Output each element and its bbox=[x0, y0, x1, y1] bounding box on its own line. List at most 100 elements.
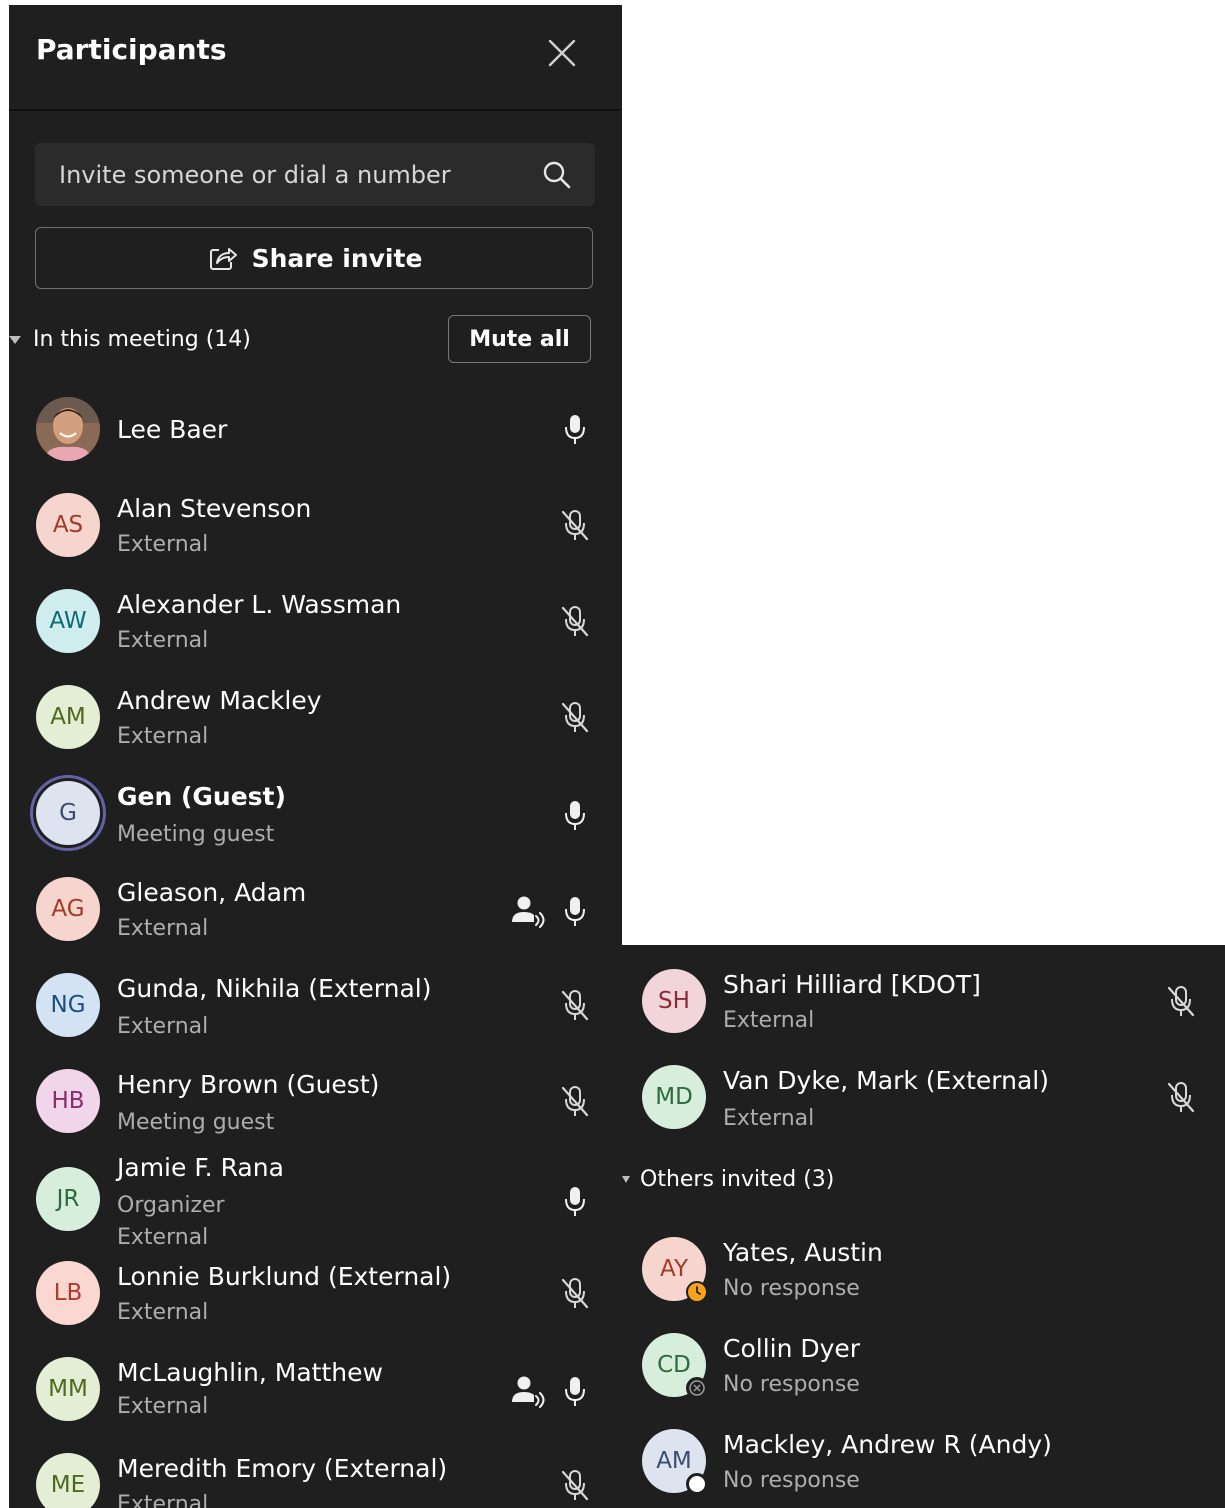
participant-row[interactable]: AM Andrew Mackley External bbox=[9, 669, 622, 765]
participant-role: External bbox=[117, 1014, 209, 1039]
microphone-icon bbox=[565, 897, 585, 926]
participant-row[interactable]: LB Lonnie Burklund (External) External bbox=[9, 1245, 622, 1341]
others-invited-label: Others invited (3) bbox=[640, 1167, 835, 1192]
microphone-icon bbox=[565, 1377, 585, 1406]
participant-name: Mackley, Andrew R (Andy) bbox=[723, 1430, 1052, 1459]
participant-role: External bbox=[117, 916, 209, 941]
microphone-icon bbox=[565, 1187, 585, 1216]
mute-all-button[interactable]: Mute all bbox=[448, 315, 591, 363]
avatar: LB bbox=[36, 1261, 100, 1325]
participant-name: Collin Dyer bbox=[723, 1334, 861, 1363]
invited-row[interactable]: CD Collin Dyer No response bbox=[622, 1317, 1225, 1413]
participant-row[interactable]: MD Van Dyke, Mark (External) External bbox=[622, 1049, 1225, 1145]
participant-role: External bbox=[117, 628, 209, 653]
avatar: ME bbox=[36, 1453, 100, 1508]
mic-status[interactable] bbox=[559, 700, 591, 734]
avatar-speaking: G bbox=[36, 781, 100, 845]
participant-row[interactable]: SH Shari Hilliard [KDOT] External bbox=[622, 953, 1225, 1049]
avatar: MD bbox=[642, 1065, 706, 1129]
invited-row[interactable]: AM Mackley, Andrew R (Andy) No response bbox=[622, 1413, 1225, 1508]
avatar: SH bbox=[642, 969, 706, 1033]
participant-name: Shari Hilliard [KDOT] bbox=[723, 970, 981, 999]
participant-row[interactable]: ME Meredith Emory (External) External bbox=[9, 1437, 622, 1508]
mic-status[interactable] bbox=[1165, 984, 1197, 1018]
in-this-meeting-toggle[interactable]: In this meeting (14) bbox=[9, 327, 251, 352]
mic-status[interactable] bbox=[559, 894, 591, 928]
mic-off-icon bbox=[561, 1086, 589, 1117]
participant-name: Van Dyke, Mark (External) bbox=[723, 1066, 1050, 1095]
mic-off-icon bbox=[561, 510, 589, 541]
avatar: AS bbox=[36, 493, 100, 557]
mic-status[interactable] bbox=[559, 1374, 591, 1408]
participant-name: Yates, Austin bbox=[723, 1238, 883, 1267]
participant-role: Meeting guest bbox=[117, 822, 275, 847]
participant-role: External bbox=[117, 724, 209, 749]
mic-off-icon bbox=[561, 702, 589, 733]
participant-name: Gleason, Adam bbox=[117, 878, 307, 907]
invite-status: No response bbox=[723, 1468, 860, 1493]
participant-name: Andrew Mackley bbox=[117, 686, 322, 715]
participant-row[interactable]: Lee Baer bbox=[9, 381, 622, 477]
invite-search-box[interactable] bbox=[35, 143, 595, 206]
participant-row[interactable]: HB Henry Brown (Guest) Meeting guest bbox=[9, 1053, 622, 1149]
presenter-status bbox=[509, 894, 547, 928]
mic-status[interactable] bbox=[559, 1276, 591, 1310]
avatar: AG bbox=[36, 877, 100, 941]
close-icon bbox=[548, 39, 576, 67]
participant-row[interactable]: AS Alan Stevenson External bbox=[9, 477, 622, 573]
participant-name: Henry Brown (Guest) bbox=[117, 1070, 380, 1099]
participant-row[interactable]: JR Jamie F. Rana Organizer External bbox=[9, 1151, 622, 1259]
mic-status[interactable] bbox=[559, 604, 591, 638]
mic-status[interactable] bbox=[559, 798, 591, 832]
avatar: HB bbox=[36, 1069, 100, 1133]
participant-name: Jamie F. Rana bbox=[117, 1153, 284, 1182]
participant-role: External bbox=[117, 1492, 209, 1508]
share-invite-button[interactable]: Share invite bbox=[35, 227, 593, 289]
participant-row[interactable]: G Gen (Guest) Meeting guest bbox=[9, 765, 622, 861]
invite-search-input[interactable] bbox=[35, 143, 525, 206]
participant-row[interactable]: NG Gunda, Nikhila (External) External bbox=[9, 957, 622, 1053]
presenter-icon bbox=[512, 1376, 545, 1408]
mic-status[interactable] bbox=[559, 508, 591, 542]
microphone-icon bbox=[565, 801, 585, 830]
search-icon[interactable] bbox=[541, 159, 573, 191]
panel-title: Participants bbox=[36, 33, 227, 66]
close-button[interactable] bbox=[542, 33, 582, 73]
participants-panel: Participants Share invite In this meetin… bbox=[9, 5, 622, 1508]
participant-row[interactable]: MM McLaughlin, Matthew External bbox=[9, 1341, 622, 1437]
microphone-icon bbox=[565, 415, 585, 444]
mic-status[interactable] bbox=[559, 1184, 591, 1218]
participant-name: McLaughlin, Matthew bbox=[117, 1358, 383, 1387]
participant-name: Alan Stevenson bbox=[117, 494, 312, 523]
mic-status[interactable] bbox=[559, 1468, 591, 1502]
share-invite-label: Share invite bbox=[251, 243, 423, 273]
mic-status[interactable] bbox=[1165, 1080, 1197, 1114]
collapse-caret-icon bbox=[622, 1176, 630, 1183]
away-status-icon bbox=[686, 1281, 708, 1303]
participant-row[interactable]: AG Gleason, Adam External bbox=[9, 861, 622, 957]
participant-row[interactable]: AW Alexander L. Wassman External bbox=[9, 573, 622, 669]
avatar: NG bbox=[36, 973, 100, 1037]
participant-name: Gen (Guest) bbox=[117, 782, 286, 811]
invited-row[interactable]: AY Yates, Austin No response bbox=[622, 1221, 1225, 1317]
others-invited-toggle[interactable]: Others invited (3) bbox=[622, 1167, 834, 1192]
presenter-status bbox=[509, 1374, 547, 1408]
avatar: MM bbox=[36, 1357, 100, 1421]
participant-name: Lee Baer bbox=[117, 415, 228, 444]
participant-role: Organizer bbox=[117, 1193, 225, 1218]
profile-photo bbox=[36, 397, 100, 461]
presenter-icon bbox=[512, 896, 545, 928]
mic-off-icon bbox=[561, 606, 589, 637]
mic-off-icon bbox=[1167, 986, 1195, 1017]
mic-off-icon bbox=[561, 990, 589, 1021]
participant-role: Meeting guest bbox=[117, 1110, 275, 1135]
mic-status[interactable] bbox=[559, 988, 591, 1022]
avatar-photo bbox=[36, 397, 100, 461]
mic-status[interactable] bbox=[559, 1084, 591, 1118]
participants-panel-continued: SH Shari Hilliard [KDOT] External MD Van… bbox=[622, 945, 1225, 1508]
participant-role: External bbox=[117, 1300, 209, 1325]
mic-off-icon bbox=[1167, 1082, 1195, 1113]
mic-status[interactable] bbox=[559, 412, 591, 446]
participant-name: Meredith Emory (External) bbox=[117, 1454, 448, 1483]
collapse-caret-icon bbox=[9, 335, 21, 344]
